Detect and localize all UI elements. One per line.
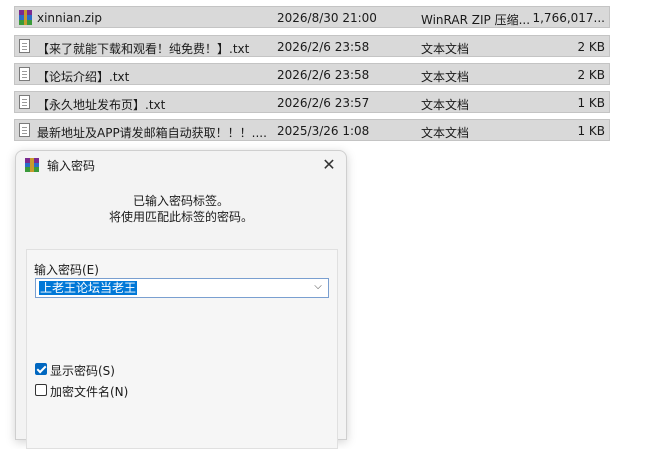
file-date: 2026/2/6 23:57 bbox=[277, 96, 370, 110]
file-name: 最新地址及APP请发邮箱自动获取！！！.... bbox=[37, 126, 267, 140]
file-row[interactable]: 【永久地址发布页】.txt 2026/2/6 23:57 文本文档 1 KB bbox=[14, 91, 610, 113]
chevron-down-icon[interactable]: ⌵ bbox=[312, 281, 324, 295]
checkbox-unchecked-icon[interactable] bbox=[35, 384, 47, 396]
close-icon: ✕ bbox=[322, 155, 336, 174]
file-name: 【永久地址发布页】.txt bbox=[37, 98, 166, 112]
file-name: xinnian.zip bbox=[37, 11, 103, 25]
file-row[interactable]: 最新地址及APP请发邮箱自动获取！！！.... 2025/3/26 1:08 文… bbox=[14, 119, 610, 141]
password-dialog: 输入密码 ✕ 已输入密码标签。 将使用匹配此标签的密码。 输入密码(E) 上老王… bbox=[15, 150, 347, 449]
text-file-icon bbox=[19, 39, 32, 54]
winrar-icon bbox=[24, 157, 40, 173]
file-type: 文本文档 bbox=[421, 42, 470, 56]
file-type: 文本文档 bbox=[421, 98, 470, 112]
file-date: 2025/3/26 1:08 bbox=[277, 124, 370, 138]
info-text: 已输入密码标签。 将使用匹配此标签的密码。 bbox=[16, 193, 346, 225]
password-value: 上老王论坛当老王 bbox=[39, 281, 138, 295]
file-name: 【论坛介绍】.txt bbox=[37, 70, 130, 84]
file-date: 2026/2/6 23:58 bbox=[277, 40, 370, 54]
file-size: 2 KB bbox=[577, 68, 605, 82]
file-row[interactable]: 【论坛介绍】.txt 2026/2/6 23:58 文本文档 2 KB bbox=[14, 63, 610, 85]
file-size: 1 KB bbox=[577, 96, 605, 110]
file-size: 1,766,017... bbox=[532, 11, 605, 25]
file-type: 文本文档 bbox=[421, 126, 470, 140]
file-date: 2026/2/6 23:58 bbox=[277, 68, 370, 82]
close-button[interactable]: ✕ bbox=[316, 153, 342, 177]
file-row[interactable]: 【来了就能下载和观看！纯免费！】.txt 2026/2/6 23:58 文本文档… bbox=[14, 35, 610, 57]
encrypt-file-names-label: 加密文件名(N) bbox=[50, 385, 129, 399]
file-size: 1 KB bbox=[577, 124, 605, 138]
winrar-archive-icon bbox=[19, 10, 32, 25]
info-line: 将使用匹配此标签的密码。 bbox=[108, 210, 253, 224]
password-label: 输入密码(E) bbox=[34, 263, 99, 277]
dialog-titlebar[interactable]: 输入密码 ✕ bbox=[16, 151, 346, 179]
file-type: WinRAR ZIP 压缩... bbox=[421, 13, 531, 27]
info-line: 已输入密码标签。 bbox=[132, 194, 229, 208]
show-password-label: 显示密码(S) bbox=[50, 364, 115, 378]
text-file-icon bbox=[19, 123, 32, 138]
checkbox-checked-icon[interactable] bbox=[35, 363, 47, 375]
dialog-title: 输入密码 bbox=[47, 159, 96, 173]
password-input[interactable]: 上老王论坛当老王 ⌵ bbox=[35, 278, 329, 298]
file-size: 2 KB bbox=[577, 40, 605, 54]
file-row[interactable]: xinnian.zip 2026/8/30 21:00 WinRAR ZIP 压… bbox=[14, 6, 610, 28]
file-list: xinnian.zip 2026/8/30 21:00 WinRAR ZIP 压… bbox=[14, 6, 610, 147]
text-file-icon bbox=[19, 67, 32, 82]
file-date: 2026/8/30 21:00 bbox=[277, 11, 377, 25]
file-name: 【来了就能下载和观看！纯免费！】.txt bbox=[37, 42, 250, 56]
text-file-icon bbox=[19, 95, 32, 110]
file-type: 文本文档 bbox=[421, 70, 470, 84]
